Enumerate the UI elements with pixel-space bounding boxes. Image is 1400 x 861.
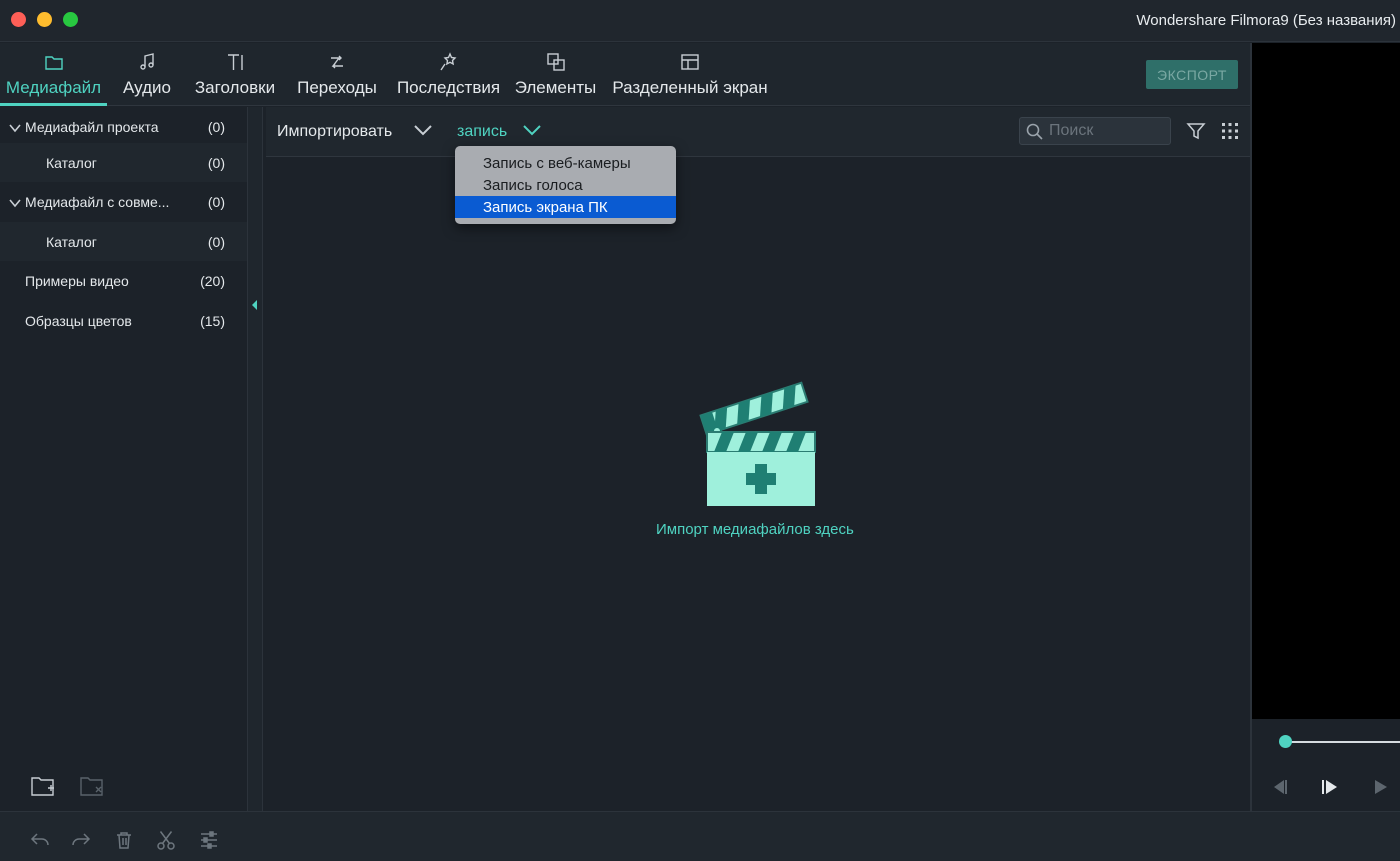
- sidebar-item-label: Образцы цветов: [25, 312, 132, 329]
- sidebar-item-label: Медиафайл проекта: [25, 118, 159, 135]
- grid-view-icon[interactable]: [1220, 121, 1240, 141]
- sidebar-item-label: Медиафайл с совме...: [25, 193, 170, 210]
- split-screen-icon: [679, 51, 701, 73]
- play-icon[interactable]: [1320, 777, 1340, 797]
- chevron-down-icon[interactable]: [9, 121, 21, 133]
- tab-label: Медиафайл: [5, 78, 102, 97]
- tab-effects[interactable]: Последствия: [391, 43, 506, 106]
- sidebar-item-label: Каталог: [46, 233, 97, 250]
- elements-icon: [545, 51, 567, 73]
- tab-label: Аудио: [123, 78, 171, 97]
- chevron-down-icon[interactable]: [414, 123, 432, 137]
- chevron-down-icon[interactable]: [523, 123, 541, 137]
- media-library-sidebar: Медиафайл проекта (0) Каталог (0) Медиаф…: [0, 107, 247, 811]
- tab-titles[interactable]: Заголовки: [187, 43, 283, 106]
- transition-icon: [326, 51, 348, 73]
- sidebar-collapse-handle[interactable]: [248, 107, 263, 811]
- search-box[interactable]: [1019, 117, 1171, 145]
- menu-item-voice-record[interactable]: Запись голоса: [455, 174, 676, 196]
- media-toolbar: Импортировать запись: [266, 107, 1250, 157]
- preview-player: [1252, 43, 1400, 719]
- search-icon: [1026, 123, 1043, 140]
- sidebar-item-count: (0): [207, 233, 225, 250]
- scrubber-track[interactable]: [1290, 741, 1400, 743]
- collapse-arrow-icon[interactable]: [252, 300, 257, 310]
- drop-hint-text: Импорт медиафайлов здесь: [656, 521, 854, 538]
- tab-audio[interactable]: Аудио: [115, 43, 179, 106]
- chevron-down-icon[interactable]: [9, 196, 21, 208]
- close-window-button[interactable]: [11, 12, 26, 27]
- sidebar-item-count: (15): [200, 312, 225, 329]
- sidebar-item-folder[interactable]: Каталог (0): [0, 222, 247, 261]
- sidebar-item-count: (20): [200, 272, 225, 289]
- maximize-window-button[interactable]: [63, 12, 78, 27]
- record-button[interactable]: запись: [457, 123, 507, 141]
- sidebar-item-label: Примеры видео: [25, 272, 129, 289]
- tab-label: Элементы: [514, 78, 597, 97]
- tab-elements[interactable]: Элементы: [510, 43, 601, 106]
- title-bar: Wondershare Filmora9 (Без названия): [0, 0, 1400, 42]
- tab-media[interactable]: Медиафайл: [0, 43, 107, 106]
- sidebar-item-count: (0): [207, 193, 225, 210]
- tab-label: Последствия: [396, 78, 501, 97]
- minimize-window-button[interactable]: [37, 12, 52, 27]
- new-folder-icon[interactable]: [30, 774, 56, 798]
- sidebar-item-count: (0): [207, 118, 225, 135]
- redo-icon[interactable]: [70, 829, 92, 851]
- window-title: Wondershare Filmora9 (Без названия): [1136, 12, 1396, 29]
- menu-item-screen-record[interactable]: Запись экрана ПК: [455, 196, 676, 218]
- scrubber-handle[interactable]: [1279, 735, 1292, 748]
- tab-label: Заголовки: [194, 78, 276, 97]
- filter-icon[interactable]: [1186, 121, 1206, 141]
- tab-label: Переходы: [297, 78, 377, 97]
- step-forward-icon[interactable]: [1372, 777, 1392, 797]
- step-back-icon[interactable]: [1269, 777, 1289, 797]
- text-icon: [224, 51, 246, 73]
- clapperboard-add-icon[interactable]: [698, 380, 822, 510]
- cut-icon[interactable]: [155, 829, 177, 851]
- export-button[interactable]: ЭКСПОРТ: [1146, 60, 1238, 89]
- tab-label: Разделенный экран: [612, 78, 768, 97]
- import-button[interactable]: Импортировать: [277, 123, 392, 141]
- search-input[interactable]: [1049, 121, 1167, 141]
- tab-transitions[interactable]: Переходы: [291, 43, 383, 106]
- main-toolbar: Медиафайл Аудио Заголовки Переходы После…: [0, 43, 1252, 106]
- sidebar-item-folder[interactable]: Каталог (0): [0, 143, 247, 182]
- adjust-icon[interactable]: [198, 829, 220, 851]
- delete-icon[interactable]: [113, 829, 135, 851]
- effects-icon: [438, 51, 460, 73]
- tab-split-screen[interactable]: Разделенный экран: [605, 43, 775, 106]
- sidebar-item-label: Каталог: [46, 154, 97, 171]
- sidebar-item-sample-videos[interactable]: Примеры видео (20): [0, 261, 247, 300]
- folder-icon: [43, 51, 65, 73]
- sidebar-item-project-media[interactable]: Медиафайл проекта (0): [0, 107, 247, 146]
- sidebar-item-count: (0): [207, 154, 225, 171]
- sidebar-item-shared-media[interactable]: Медиафайл с совме... (0): [0, 182, 247, 221]
- undo-icon[interactable]: [29, 829, 51, 851]
- record-dropdown-menu: Запись с веб-камеры Запись голоса Запись…: [455, 146, 676, 224]
- menu-item-webcam-record[interactable]: Запись с веб-камеры: [455, 152, 676, 174]
- sidebar-item-sample-colors[interactable]: Образцы цветов (15): [0, 301, 247, 340]
- music-note-icon: [136, 51, 158, 73]
- delete-folder-icon[interactable]: [79, 774, 105, 798]
